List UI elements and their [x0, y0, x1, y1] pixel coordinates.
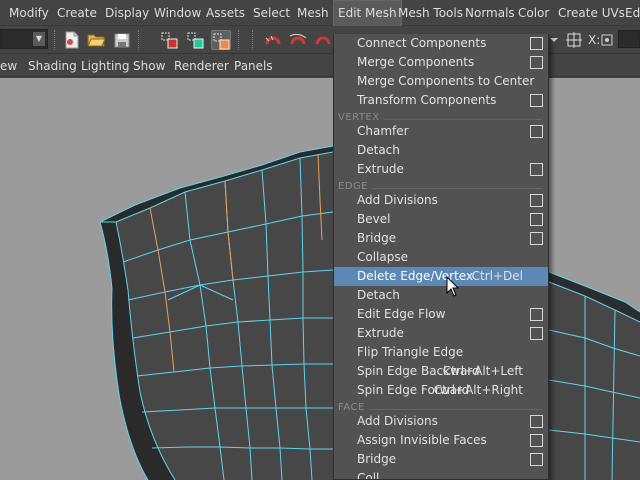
menu-item-label: Bridge	[357, 231, 397, 245]
menu-item-label: Bridge	[357, 452, 397, 466]
menu-item-label: Merge Components to Center	[357, 74, 535, 88]
panel-menu-panels[interactable]: Panels	[234, 55, 273, 77]
menu-item-edit-edge-flow[interactable]: Edit Edge Flow	[334, 305, 548, 324]
menu-item-label: Add Divisions	[357, 414, 438, 428]
main-menubar: Modify Create Display Window Assets Sele…	[0, 0, 640, 27]
menu-item-collapse[interactable]: Collapse	[334, 248, 548, 267]
menu-item-label: Connect Components	[357, 36, 487, 50]
menu-item-spin-edge-forward[interactable]: Spin Edge Forward Ctrl+Alt+Right	[334, 381, 548, 400]
option-box-icon[interactable]	[530, 308, 543, 321]
menu-item-chamfer[interactable]: Chamfer	[334, 122, 548, 141]
menu-item-spin-edge-backward[interactable]: Spin Edge Backward Ctrl+Alt+Left	[334, 362, 548, 381]
menu-mesh-tools[interactable]: Mesh Tools	[398, 0, 463, 26]
panel-menu-show[interactable]: Show	[133, 55, 165, 77]
toolbar-separator	[252, 30, 256, 50]
menu-window[interactable]: Window	[154, 0, 201, 26]
menu-assets[interactable]: Assets	[206, 0, 245, 26]
menu-item-label: Coll	[357, 471, 380, 480]
menu-item-label: Detach	[357, 143, 400, 157]
menu-item-label: Extrude	[357, 162, 404, 176]
toolbar-separator	[54, 30, 58, 50]
menu-item-connect-components[interactable]: Connect Components	[334, 34, 548, 53]
save-icon[interactable]	[112, 30, 132, 50]
menu-item-merge-components-to-center[interactable]: Merge Components to Center	[334, 72, 548, 91]
menu-modify[interactable]: Modify	[9, 0, 49, 26]
option-box-icon[interactable]	[530, 213, 543, 226]
menu-item-label: Edit Edge Flow	[357, 307, 446, 321]
arrow-pointer-icon	[446, 275, 460, 301]
menu-item-label: Assign Invisible Faces	[357, 433, 487, 447]
menu-item-flip-triangle-edge[interactable]: Flip Triangle Edge	[334, 343, 548, 362]
menu-create-uvs[interactable]: Create UVs	[558, 0, 625, 26]
snap-dropdown-icon[interactable]	[548, 30, 560, 50]
edit-mesh-dropdown-menu: Connect Components Merge Components Merge …	[333, 34, 549, 480]
panel-menu-shading[interactable]: Shading	[28, 55, 77, 77]
menu-create[interactable]: Create	[57, 0, 97, 26]
menu-item-extrude[interactable]: Extrude	[334, 324, 548, 343]
menu-item-label: Extrude	[357, 326, 404, 340]
menu-item-transform-components[interactable]: Transform Components	[334, 91, 548, 110]
option-box-icon[interactable]	[530, 194, 543, 207]
toolbar-separator	[138, 30, 142, 50]
menu-item-shortcut: Ctrl+Alt+Right	[433, 383, 523, 397]
option-box-icon[interactable]	[530, 327, 543, 340]
menu-item-assign-invisible-faces[interactable]: Assign Invisible Faces	[334, 431, 548, 450]
select-component-icon[interactable]	[211, 30, 231, 50]
menu-item-shortcut: Ctrl+Alt+Left	[442, 364, 523, 378]
toolbar-separator	[238, 30, 242, 50]
menu-item-delete-edge-vertex[interactable]: Delete Edge/Vertex Ctrl+Del	[334, 267, 548, 286]
menu-item-label: Detach	[357, 288, 400, 302]
option-box-icon[interactable]	[530, 94, 543, 107]
menu-item-label: Add Divisions	[357, 193, 438, 207]
coord-x-label: X:	[588, 33, 601, 47]
option-box-icon[interactable]	[530, 56, 543, 69]
menu-item-add-divisions[interactable]: Add Divisions	[334, 191, 548, 210]
menu-item-label: Merge Components	[357, 55, 475, 69]
open-folder-icon[interactable]	[86, 30, 106, 50]
coord-x-field[interactable]	[618, 30, 640, 48]
menu-item-label: Collapse	[357, 250, 408, 264]
snap-toggle-icon[interactable]	[564, 30, 584, 50]
magnet-snap-point-icon[interactable]	[313, 30, 333, 50]
new-scene-icon[interactable]	[62, 30, 82, 50]
select-object-icon[interactable]	[186, 30, 206, 50]
menu-item-extrude[interactable]: Extrude	[334, 160, 548, 179]
menu-item-bridge[interactable]: Bridge	[334, 450, 548, 469]
menu-select[interactable]: Select	[253, 0, 290, 26]
menu-item-bevel[interactable]: Bevel	[334, 210, 548, 229]
menu-item-shortcut: Ctrl+Del	[471, 269, 523, 283]
option-box-icon[interactable]	[530, 125, 543, 138]
panel-menu-view[interactable]: ew	[0, 55, 17, 77]
menu-mesh[interactable]: Mesh	[297, 0, 329, 26]
menu-normals[interactable]: Normals	[465, 0, 515, 26]
option-box-icon[interactable]	[530, 453, 543, 466]
option-box-icon[interactable]	[530, 434, 543, 447]
menu-item-label: Flip Triangle Edge	[357, 345, 464, 359]
option-box-icon[interactable]	[530, 415, 543, 428]
coord-mode-icon[interactable]	[600, 30, 614, 50]
option-box-icon[interactable]	[530, 232, 543, 245]
panel-menu-lighting[interactable]: Lighting	[81, 55, 130, 77]
menu-edit-uvs[interactable]: Ed	[625, 0, 640, 26]
menu-item-label: Chamfer	[357, 124, 409, 138]
menu-set-selector[interactable]: ▼	[0, 29, 48, 49]
option-box-icon[interactable]	[530, 163, 543, 176]
menu-edit-mesh[interactable]: Edit Mesh	[333, 0, 402, 27]
menu-item-merge-components[interactable]: Merge Components	[334, 53, 548, 72]
menu-item-label: Bevel	[357, 212, 391, 226]
menu-item-add-divisions[interactable]: Add Divisions	[334, 412, 548, 431]
menu-item-bridge[interactable]: Bridge	[334, 229, 548, 248]
menu-item-coll[interactable]: Coll	[334, 469, 548, 480]
magnet-snap-curve-icon[interactable]	[288, 30, 308, 50]
dropdown-arrow-icon[interactable]: ▼	[33, 32, 45, 46]
magnet-snap-grid-icon[interactable]	[263, 30, 283, 50]
menu-item-detach[interactable]: Detach	[334, 286, 548, 305]
menu-item-detach[interactable]: Detach	[334, 141, 548, 160]
option-box-icon[interactable]	[530, 37, 543, 50]
select-hierarchy-icon[interactable]	[160, 30, 180, 50]
menu-color[interactable]: Color	[518, 0, 549, 26]
menu-item-label: Transform Components	[357, 93, 497, 107]
menu-display[interactable]: Display	[105, 0, 149, 26]
panel-menu-renderer[interactable]: Renderer	[174, 55, 229, 77]
